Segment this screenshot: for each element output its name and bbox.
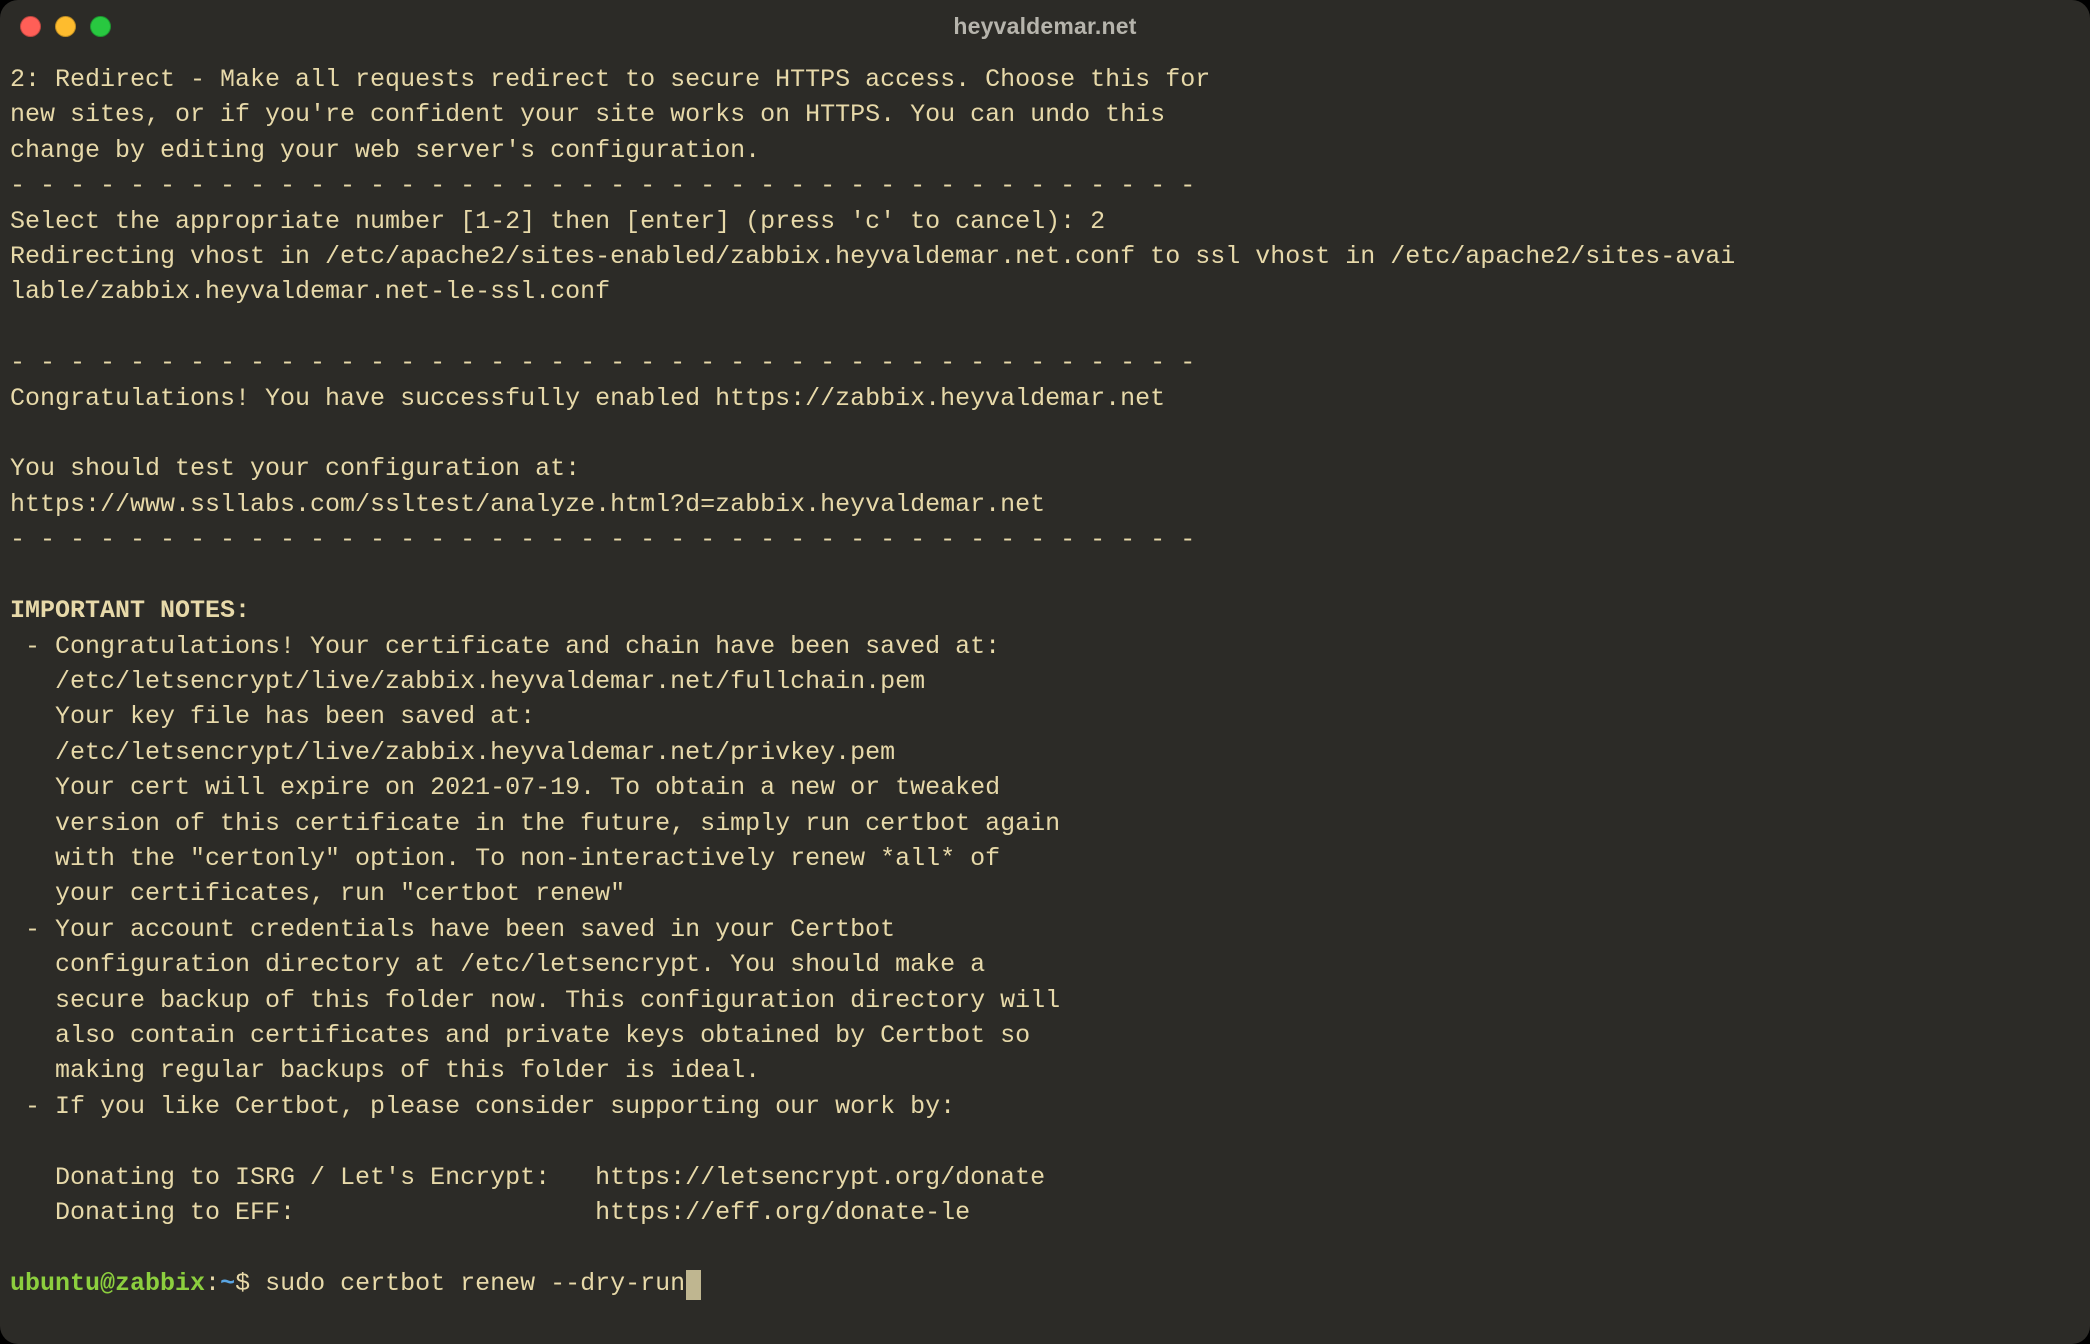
window-title: heyvaldemar.net	[0, 13, 2090, 40]
terminal-line: - Congratulations! Your certificate and …	[10, 632, 1000, 661]
prompt-colon: :	[205, 1269, 220, 1298]
window-controls	[20, 16, 111, 37]
terminal-line: 2: Redirect - Make all requests redirect…	[10, 65, 1210, 94]
terminal-line: /etc/letsencrypt/live/zabbix.heyvaldemar…	[10, 738, 895, 767]
terminal-line: /etc/letsencrypt/live/zabbix.heyvaldemar…	[10, 667, 925, 696]
cursor-icon	[686, 1270, 701, 1300]
terminal-line: change by editing your web server's conf…	[10, 136, 760, 165]
terminal-line: new sites, or if you're confident your s…	[10, 100, 1165, 129]
terminal-line: Your key file has been saved at:	[10, 702, 535, 731]
terminal-line: Donating to EFF: https://eff.org/donate-…	[10, 1198, 970, 1227]
prompt-path: ~	[220, 1269, 235, 1298]
terminal-line: https://www.ssllabs.com/ssltest/analyze.…	[10, 490, 1045, 519]
zoom-icon[interactable]	[90, 16, 111, 37]
terminal-line: configuration directory at /etc/letsencr…	[10, 950, 985, 979]
terminal-line: - Your account credentials have been sav…	[10, 915, 895, 944]
terminal-line: Redirecting vhost in /etc/apache2/sites-…	[10, 242, 1735, 271]
prompt-user-host: ubuntu@zabbix	[10, 1269, 205, 1298]
terminal-window: heyvaldemar.net 2: Redirect - Make all r…	[0, 0, 2090, 1344]
prompt-dollar: $	[235, 1269, 265, 1298]
terminal-line: secure backup of this folder now. This c…	[10, 986, 1060, 1015]
terminal-line: - If you like Certbot, please consider s…	[10, 1092, 955, 1121]
terminal-line: You should test your configuration at:	[10, 454, 580, 483]
terminal-line: - - - - - - - - - - - - - - - - - - - - …	[10, 171, 1195, 200]
important-notes-heading: IMPORTANT NOTES:	[10, 596, 250, 625]
terminal-line: - - - - - - - - - - - - - - - - - - - - …	[10, 525, 1195, 554]
terminal-body[interactable]: 2: Redirect - Make all requests redirect…	[0, 52, 2090, 1301]
close-icon[interactable]	[20, 16, 41, 37]
terminal-line: Congratulations! You have successfully e…	[10, 384, 1165, 413]
titlebar: heyvaldemar.net	[0, 0, 2090, 52]
terminal-line: Select the appropriate number [1-2] then…	[10, 207, 1105, 236]
terminal-line: - - - - - - - - - - - - - - - - - - - - …	[10, 348, 1195, 377]
terminal-line: version of this certificate in the futur…	[10, 809, 1060, 838]
terminal-line: with the "certonly" option. To non-inter…	[10, 844, 1000, 873]
terminal-line: lable/zabbix.heyvaldemar.net-le-ssl.conf	[10, 277, 610, 306]
terminal-line: also contain certificates and private ke…	[10, 1021, 1030, 1050]
terminal-line: your certificates, run "certbot renew"	[10, 879, 625, 908]
terminal-line: making regular backups of this folder is…	[10, 1056, 760, 1085]
terminal-line: Donating to ISRG / Let's Encrypt: https:…	[10, 1163, 1045, 1192]
command-input[interactable]: sudo certbot renew --dry-run	[265, 1269, 685, 1298]
terminal-line: Your cert will expire on 2021-07-19. To …	[10, 773, 1000, 802]
minimize-icon[interactable]	[55, 16, 76, 37]
